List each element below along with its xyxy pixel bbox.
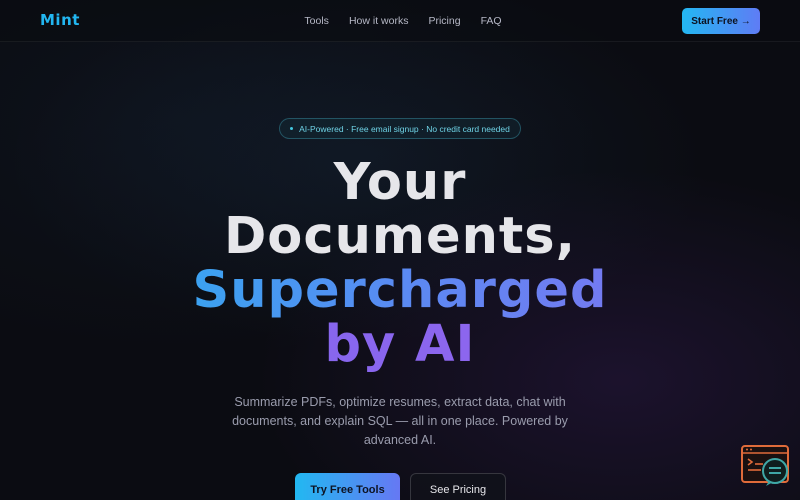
start-free-label: Start Free →	[691, 15, 751, 27]
hero-subtitle: Summarize PDFs, optimize resumes, extrac…	[232, 395, 568, 447]
nav-link-faq[interactable]: FAQ	[481, 15, 502, 27]
try-free-tools-button[interactable]: Try Free Tools	[295, 473, 400, 500]
hero-headline: Your Documents, Supercharged by AI	[0, 156, 800, 372]
headline-line-3: Supercharged	[0, 264, 800, 318]
nav-link-pricing[interactable]: Pricing	[428, 15, 460, 27]
support-chat-widget[interactable]	[741, 444, 791, 488]
headline-line-1: Your	[333, 153, 467, 212]
badge-text: AI-Powered · Free email signup · No cred…	[299, 123, 510, 134]
top-navbar: Mint Tools How it works Pricing FAQ Star…	[0, 0, 800, 42]
see-pricing-button[interactable]: See Pricing	[410, 473, 506, 500]
start-free-button[interactable]: Start Free →	[682, 8, 760, 34]
see-pricing-label: See Pricing	[429, 484, 487, 496]
headline-line-2: Documents,	[223, 207, 577, 266]
badge-dot-icon	[290, 127, 294, 130]
chat-support-icon	[741, 445, 789, 486]
nav-link-how-it-works[interactable]: How it works	[349, 15, 409, 27]
nav-links: Tools How it works Pricing FAQ	[0, 15, 800, 27]
nav-link-tools[interactable]: Tools	[304, 15, 329, 27]
try-free-tools-label: Try Free Tools	[310, 484, 385, 496]
headline-line-4: by AI	[0, 318, 800, 372]
feature-badge: AI-Powered · Free email signup · No cred…	[279, 118, 521, 139]
